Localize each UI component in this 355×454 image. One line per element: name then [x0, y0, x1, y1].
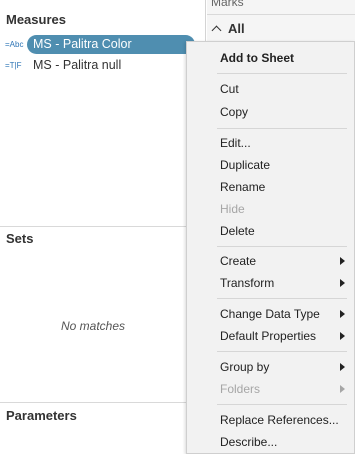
field-context-menu: Add to Sheet Cut Copy Edit... Duplicate … — [186, 41, 355, 454]
menu-item-transform[interactable]: Transform — [187, 272, 355, 294]
menu-item-group-by[interactable]: Group by — [187, 356, 355, 378]
field-ms-palitra-color[interactable]: =Abc MS - Palitra Color — [0, 34, 206, 54]
menu-separator — [217, 404, 347, 405]
field-label: MS - Palitra Color — [27, 34, 195, 54]
menu-item-label: Delete — [220, 224, 255, 238]
menu-separator — [217, 351, 347, 352]
submenu-arrow-icon — [340, 279, 345, 287]
menu-item-label: Edit... — [220, 136, 251, 150]
sets-divider — [0, 226, 206, 227]
field-label: MS - Palitra null — [33, 58, 122, 72]
menu-item-rename[interactable]: Rename — [187, 176, 355, 198]
menu-item-label: Folders — [220, 382, 261, 396]
menu-separator — [217, 73, 347, 74]
menu-item-edit[interactable]: Edit... — [187, 132, 355, 154]
data-pane: Measures =Abc MS - Palitra Color =T|F MS… — [0, 0, 206, 454]
menu-item-replace-references[interactable]: Replace References... — [187, 409, 355, 431]
menu-separator — [217, 298, 347, 299]
menu-item-default-properties[interactable]: Default Properties — [187, 325, 355, 347]
menu-separator — [217, 128, 347, 129]
sets-empty-message: No matches — [60, 319, 126, 333]
menu-item-label: Rename — [220, 180, 266, 194]
submenu-arrow-icon — [340, 332, 345, 340]
measures-header: Measures — [6, 12, 66, 27]
menu-item-duplicate[interactable]: Duplicate — [187, 154, 355, 176]
menu-item-label: Cut — [220, 82, 239, 96]
menu-item-describe[interactable]: Describe... — [187, 431, 355, 453]
menu-item-label: Copy — [220, 105, 249, 119]
menu-item-label: Hide — [220, 202, 245, 216]
menu-item-change-data-type[interactable]: Change Data Type — [187, 303, 355, 325]
menu-item-label: Change Data Type — [220, 307, 320, 321]
menu-item-label: Duplicate — [220, 158, 271, 172]
menu-item-label: Group by — [220, 360, 270, 374]
menu-item-label: Default Properties — [220, 329, 317, 343]
marks-header: Marks — [211, 0, 244, 9]
menu-item-delete[interactable]: Delete — [187, 220, 355, 242]
menu-separator — [217, 246, 347, 247]
submenu-arrow-icon — [340, 257, 345, 265]
menu-item-label: Create — [220, 254, 257, 268]
chevron-up-icon — [211, 25, 222, 36]
menu-item-add-to-sheet[interactable]: Add to Sheet — [187, 47, 355, 69]
submenu-arrow-icon — [340, 385, 345, 393]
menu-item-label: Add to Sheet — [220, 51, 294, 65]
marks-all-label: All — [228, 21, 245, 36]
menu-item-label: Transform — [220, 276, 275, 290]
sets-header: Sets — [6, 231, 34, 246]
menu-item-create[interactable]: Create — [187, 250, 355, 272]
menu-item-label: Describe... — [220, 435, 278, 449]
parameters-header: Parameters — [6, 408, 77, 423]
parameters-divider — [0, 402, 206, 403]
boolean-calc-icon: =T|F — [5, 60, 22, 70]
menu-item-hide: Hide — [187, 198, 355, 220]
marks-divider — [207, 14, 355, 15]
submenu-arrow-icon — [340, 363, 345, 371]
marks-all-toggle[interactable]: All — [211, 21, 245, 36]
menu-item-cut[interactable]: Cut — [187, 78, 355, 100]
menu-item-label: Replace References... — [220, 413, 339, 427]
string-calc-icon: =Abc — [5, 39, 24, 49]
field-ms-palitra-null[interactable]: =T|F MS - Palitra null — [0, 55, 206, 75]
menu-item-folders: Folders — [187, 378, 355, 400]
menu-item-copy[interactable]: Copy — [187, 101, 355, 123]
submenu-arrow-icon — [340, 310, 345, 318]
